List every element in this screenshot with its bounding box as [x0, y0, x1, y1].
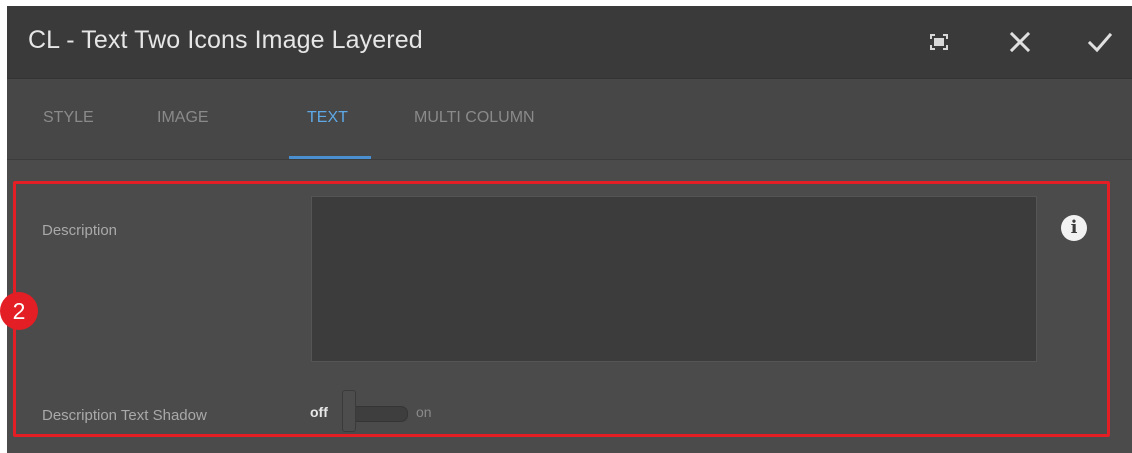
checkmark-icon	[1087, 32, 1113, 53]
fullscreen-button[interactable]	[917, 20, 961, 64]
fullscreen-icon	[930, 34, 948, 50]
tab-image[interactable]: IMAGE	[157, 109, 209, 127]
tab-style[interactable]: STYLE	[43, 109, 94, 127]
close-button[interactable]	[998, 20, 1042, 64]
active-tab-indicator	[289, 156, 371, 159]
annotation-highlight-box	[13, 181, 1110, 437]
tab-bar: STYLE IMAGE TEXT MULTI COLUMN	[7, 79, 1132, 160]
step-number-badge: 2	[0, 292, 38, 330]
dialog-titlebar: CL - Text Two Icons Image Layered	[7, 6, 1132, 79]
close-icon	[1009, 31, 1031, 53]
tab-text[interactable]: TEXT	[307, 109, 348, 127]
tab-multi-column[interactable]: MULTI COLUMN	[414, 109, 535, 127]
dialog-title: CL - Text Two Icons Image Layered	[28, 26, 423, 54]
done-button[interactable]	[1078, 20, 1122, 64]
